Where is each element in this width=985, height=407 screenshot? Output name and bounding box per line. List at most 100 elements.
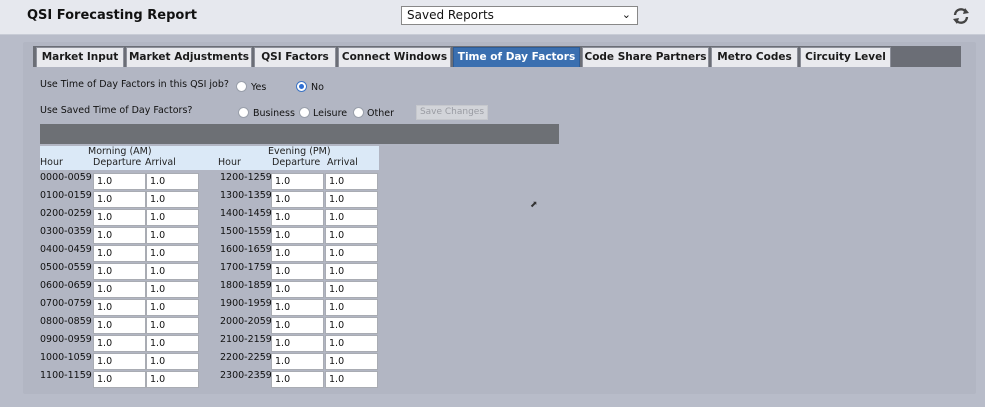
tab-code-share-partners[interactable]: Code Share Partners [582, 47, 709, 67]
am-departure-input[interactable]: 1.0 [93, 263, 146, 280]
am-hour-label: 0500-0559 [40, 262, 92, 273]
pm-arrival-input[interactable]: 1.0 [325, 335, 378, 352]
am-arrival-input[interactable]: 1.0 [146, 191, 199, 208]
am-arrival-input[interactable]: 1.0 [146, 281, 199, 298]
pm-departure-input[interactable]: 1.0 [271, 371, 324, 388]
pm-arrival-input[interactable]: 1.0 [325, 227, 378, 244]
pm-departure-header: Departure [272, 157, 321, 168]
am-hour-label: 0700-0759 [40, 298, 92, 309]
pm-departure-input[interactable]: 1.0 [271, 299, 324, 316]
top-bar: QSI Forecasting Report Saved Reports ⌄ [0, 0, 985, 35]
pm-departure-input[interactable]: 1.0 [271, 281, 324, 298]
pm-hour-label: 2100-2159 [220, 334, 272, 345]
tab-market-input[interactable]: Market Input [36, 47, 124, 67]
am-departure-input[interactable]: 1.0 [93, 371, 146, 388]
radio-leisure-label: Leisure [313, 108, 348, 119]
am-departure-input[interactable]: 1.0 [93, 299, 146, 316]
pm-arrival-input[interactable]: 1.0 [325, 191, 378, 208]
tab-connect-windows[interactable]: Connect Windows [338, 47, 451, 67]
am-hour-header: Hour [40, 157, 63, 168]
am-arrival-input[interactable]: 1.0 [146, 209, 199, 226]
am-departure-input[interactable]: 1.0 [93, 281, 146, 298]
am-arrival-input[interactable]: 1.0 [146, 173, 199, 190]
radio-no-label: No [311, 82, 324, 93]
pm-arrival-input[interactable]: 1.0 [325, 245, 378, 262]
pm-arrival-input[interactable]: 1.0 [325, 281, 378, 298]
radio-leisure[interactable] [299, 107, 310, 118]
am-departure-input[interactable]: 1.0 [93, 209, 146, 226]
tab-qsi-factors[interactable]: QSI Factors [254, 47, 336, 67]
pm-departure-input[interactable]: 1.0 [271, 173, 324, 190]
radio-no[interactable] [296, 81, 307, 92]
pm-arrival-input[interactable]: 1.0 [325, 209, 378, 226]
pm-hour-label: 1700-1759 [220, 262, 272, 273]
am-departure-input[interactable]: 1.0 [93, 335, 146, 352]
pm-arrival-input[interactable]: 1.0 [325, 317, 378, 334]
pm-departure-input[interactable]: 1.0 [271, 353, 324, 370]
am-departure-input[interactable]: 1.0 [93, 173, 146, 190]
radio-business-label: Business [253, 108, 295, 119]
am-arrival-input[interactable]: 1.0 [146, 353, 199, 370]
am-arrival-input[interactable]: 1.0 [146, 245, 199, 262]
pm-departure-input[interactable]: 1.0 [271, 245, 324, 262]
am-departure-input[interactable]: 1.0 [93, 191, 146, 208]
pm-arrival-input[interactable]: 1.0 [325, 371, 378, 388]
tab-market-adjustments[interactable]: Market Adjustments [126, 47, 252, 67]
time-of-day-question-label: Use Time of Day Factors in this QSI job? [40, 79, 229, 90]
pm-arrival-input[interactable]: 1.0 [325, 173, 378, 190]
pm-hour-label: 1800-1859 [220, 280, 272, 291]
am-hour-label: 0000-0059 [40, 172, 92, 183]
radio-other[interactable] [353, 107, 364, 118]
saved-factors-question-label: Use Saved Time of Day Factors? [40, 105, 193, 116]
tab-strip: Market Input Market Adjustments QSI Fact… [33, 46, 961, 67]
am-departure-input[interactable]: 1.0 [93, 317, 146, 334]
am-arrival-input[interactable]: 1.0 [146, 299, 199, 316]
am-arrival-input[interactable]: 1.0 [146, 317, 199, 334]
pm-departure-input[interactable]: 1.0 [271, 227, 324, 244]
am-hour-label: 0800-0859 [40, 316, 92, 327]
pm-arrival-input[interactable]: 1.0 [325, 299, 378, 316]
pm-departure-input[interactable]: 1.0 [271, 317, 324, 334]
am-arrival-input[interactable]: 1.0 [146, 335, 199, 352]
main-panel: Market Input Market Adjustments QSI Fact… [23, 42, 976, 394]
saved-reports-select[interactable]: Saved Reports ⌄ [401, 6, 638, 25]
am-arrival-header: Arrival [145, 157, 176, 168]
tab-circuity-level[interactable]: Circuity Level [800, 47, 891, 67]
radio-business[interactable] [238, 107, 249, 118]
am-header: Morning (AM) [88, 146, 152, 157]
pm-hour-label: 1900-1959 [220, 298, 272, 309]
mouse-cursor-icon: ⬈ [530, 200, 538, 210]
am-hour-label: 1100-1159 [40, 370, 92, 381]
pm-departure-input[interactable]: 1.0 [271, 263, 324, 280]
pm-hour-label: 2000-2059 [220, 316, 272, 327]
am-departure-input[interactable]: 1.0 [93, 353, 146, 370]
am-hour-label: 0200-0259 [40, 208, 92, 219]
am-arrival-input[interactable]: 1.0 [146, 371, 199, 388]
pm-hour-header: Hour [218, 157, 241, 168]
am-arrival-input[interactable]: 1.0 [146, 263, 199, 280]
app-title: QSI Forecasting Report [27, 8, 197, 23]
am-hour-label: 0600-0659 [40, 280, 92, 291]
pm-arrival-input[interactable]: 1.0 [325, 353, 378, 370]
pm-hour-label: 1300-1359 [220, 190, 272, 201]
save-changes-button[interactable]: Save Changes [416, 105, 488, 120]
pm-departure-input[interactable]: 1.0 [271, 209, 324, 226]
radio-other-label: Other [367, 108, 394, 119]
am-hour-label: 0100-0159 [40, 190, 92, 201]
am-departure-input[interactable]: 1.0 [93, 245, 146, 262]
tab-metro-codes[interactable]: Metro Codes [711, 47, 798, 67]
radio-yes[interactable] [236, 81, 247, 92]
pm-departure-input[interactable]: 1.0 [271, 191, 324, 208]
am-arrival-input[interactable]: 1.0 [146, 227, 199, 244]
pm-arrival-input[interactable]: 1.0 [325, 263, 378, 280]
pm-hour-label: 2200-2259 [220, 352, 272, 363]
tab-time-of-day-factors[interactable]: Time of Day Factors [453, 47, 580, 67]
pm-hour-label: 1200-1259 [220, 172, 272, 183]
am-hour-label: 1000-1059 [40, 352, 92, 363]
refresh-icon[interactable] [951, 6, 971, 26]
pm-departure-input[interactable]: 1.0 [271, 335, 324, 352]
time-of-day-table: Morning (AM) Evening (PM) Hour Departure… [40, 146, 379, 388]
am-departure-header: Departure [93, 157, 142, 168]
am-departure-input[interactable]: 1.0 [93, 227, 146, 244]
pm-arrival-header: Arrival [327, 157, 358, 168]
